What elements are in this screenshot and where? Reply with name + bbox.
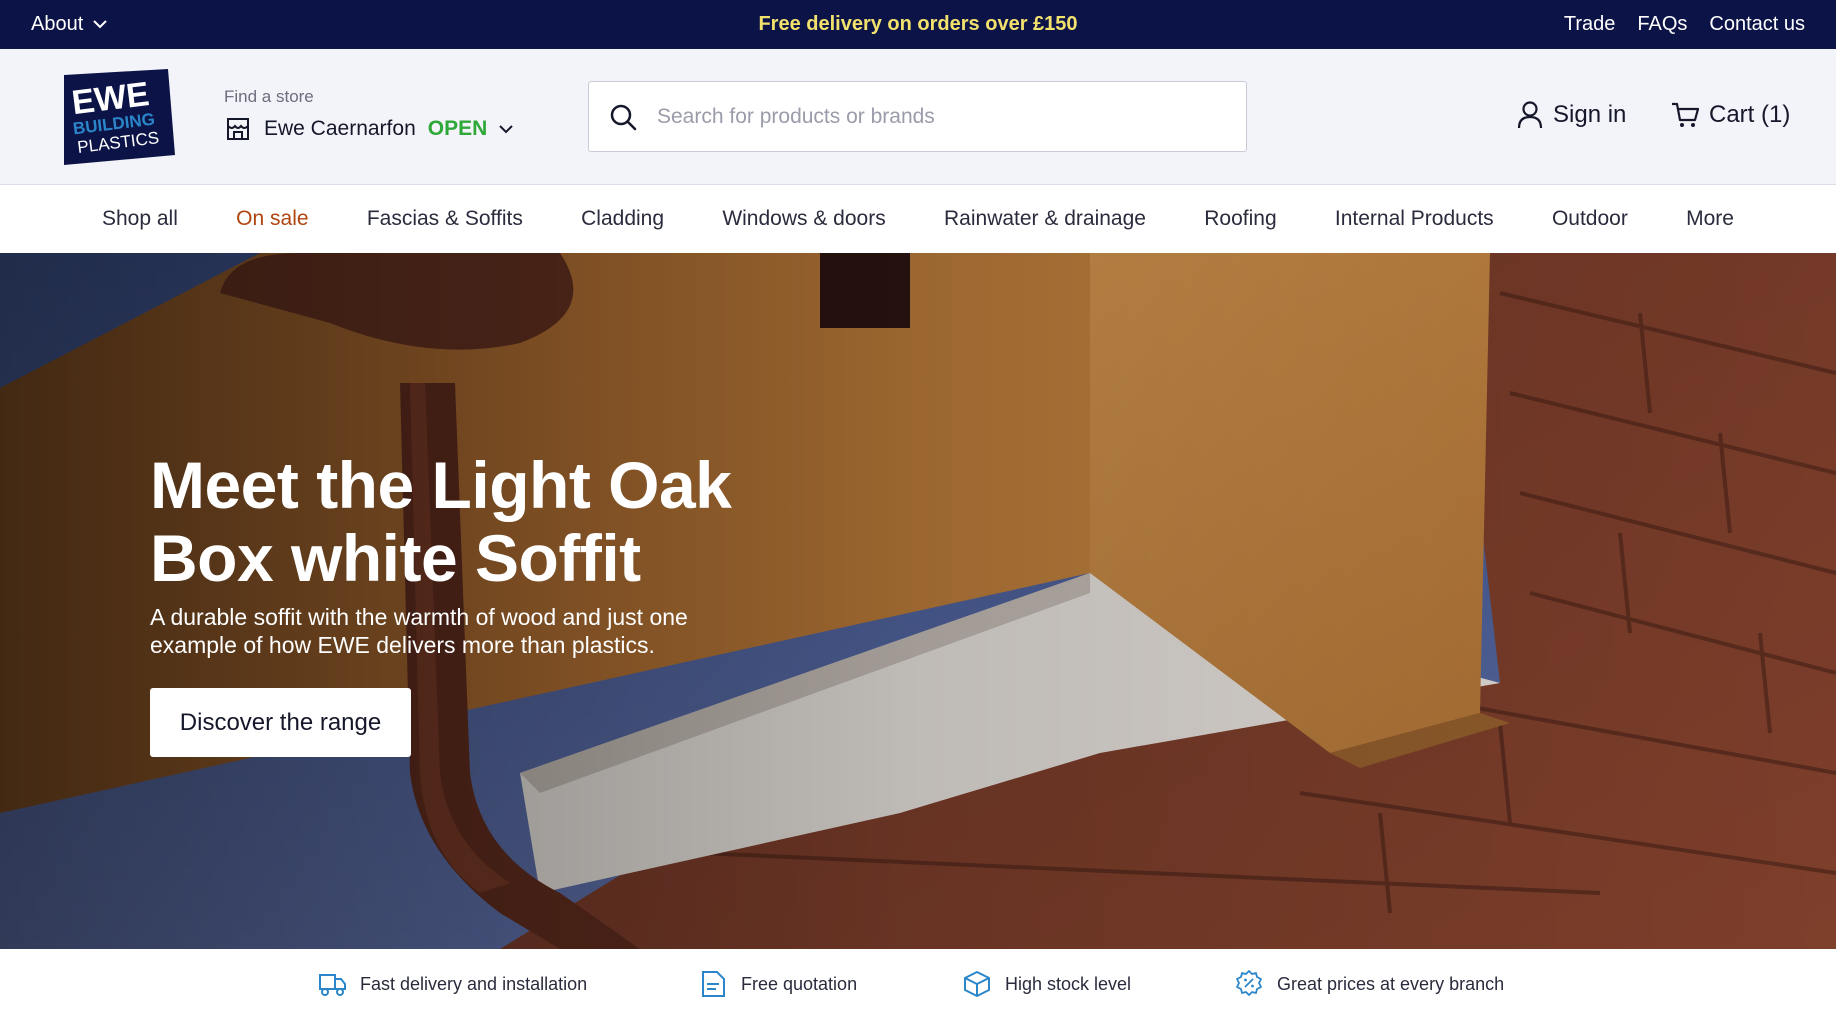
search-bar xyxy=(588,81,1247,152)
hero-title: Meet the Light Oak Box white Soffit xyxy=(150,448,732,595)
site-header: EWE BUILDING PLASTICS Find a store Ewe C… xyxy=(0,49,1836,185)
usp-label: Free quotation xyxy=(741,973,858,994)
ewe-logo[interactable]: EWE BUILDING PLASTICS xyxy=(60,69,175,165)
nav-item-more[interactable]: More xyxy=(1686,207,1734,231)
discount-badge-icon xyxy=(1236,970,1262,996)
nav-item-cladding[interactable]: Cladding xyxy=(581,207,664,231)
usp-label: High stock level xyxy=(1005,973,1132,994)
search-icon[interactable] xyxy=(609,103,637,131)
box-icon xyxy=(964,971,990,997)
faqs-link[interactable]: FAQs xyxy=(1637,13,1687,36)
nav-item-outdoor[interactable]: Outdoor xyxy=(1552,207,1628,231)
user-icon xyxy=(1517,101,1543,129)
nav-item-roofing[interactable]: Roofing xyxy=(1204,207,1276,231)
sign-in-label: Sign in xyxy=(1553,101,1627,128)
nav-item-internal-products[interactable]: Internal Products xyxy=(1335,207,1494,231)
usp-strip: Fast delivery and installation Free quot… xyxy=(0,949,1836,1020)
nav-item-shop-all[interactable]: Shop all xyxy=(102,207,178,231)
nav-item-fascias-soffits[interactable]: Fascias & Soffits xyxy=(367,207,523,231)
hero-banner: Meet the Light Oak Box white Soffit A du… xyxy=(0,253,1836,949)
store-name: Ewe Caernarfon xyxy=(264,117,416,140)
discover-range-button[interactable]: Discover the range xyxy=(150,688,411,757)
trade-link[interactable]: Trade xyxy=(1564,13,1616,36)
sign-in-button[interactable]: Sign in xyxy=(1517,101,1626,129)
usp-high-stock: High stock level xyxy=(962,969,1131,999)
store-selector: Find a store Ewe Caernarfon OPEN xyxy=(224,87,513,143)
cart-button[interactable]: Cart (1) xyxy=(1671,101,1790,129)
chevron-down-icon xyxy=(93,20,107,29)
find-store-label: Find a store xyxy=(224,87,314,106)
chevron-down-icon xyxy=(499,124,513,133)
top-bar: About Free delivery on orders over £150 … xyxy=(0,0,1836,49)
store-dropdown[interactable]: Ewe Caernarfon OPEN xyxy=(224,115,513,143)
nav-item-windows-doors[interactable]: Windows & doors xyxy=(722,207,885,231)
cart-icon xyxy=(1672,102,1699,127)
cart-label: Cart (1) xyxy=(1709,101,1791,128)
usp-fast-delivery: Fast delivery and installation xyxy=(317,969,587,999)
search-input[interactable] xyxy=(657,104,1217,129)
delivery-truck-icon xyxy=(319,974,346,996)
about-label: About xyxy=(31,13,84,35)
about-menu[interactable]: About xyxy=(31,13,107,36)
store-icon xyxy=(227,118,249,140)
hero-subtitle: A durable soffit with the warmth of wood… xyxy=(150,604,688,658)
usp-great-prices: Great prices at every branch xyxy=(1234,969,1504,999)
usp-label: Great prices at every branch xyxy=(1277,973,1505,994)
free-delivery-banner: Free delivery on orders over £150 xyxy=(758,13,1078,35)
nav-item-on-sale[interactable]: On sale xyxy=(236,207,308,231)
hero-image xyxy=(0,253,1836,949)
usp-free-quotation: Free quotation xyxy=(698,969,857,999)
store-open-status: OPEN xyxy=(427,117,488,140)
nav-item-rainwater-drainage[interactable]: Rainwater & drainage xyxy=(944,207,1146,231)
main-nav: Shop all On sale Fascias & Soffits Cladd… xyxy=(0,185,1836,253)
quote-document-icon xyxy=(702,971,725,997)
contact-us-link[interactable]: Contact us xyxy=(1709,13,1805,36)
usp-label: Fast delivery and installation xyxy=(360,973,588,994)
